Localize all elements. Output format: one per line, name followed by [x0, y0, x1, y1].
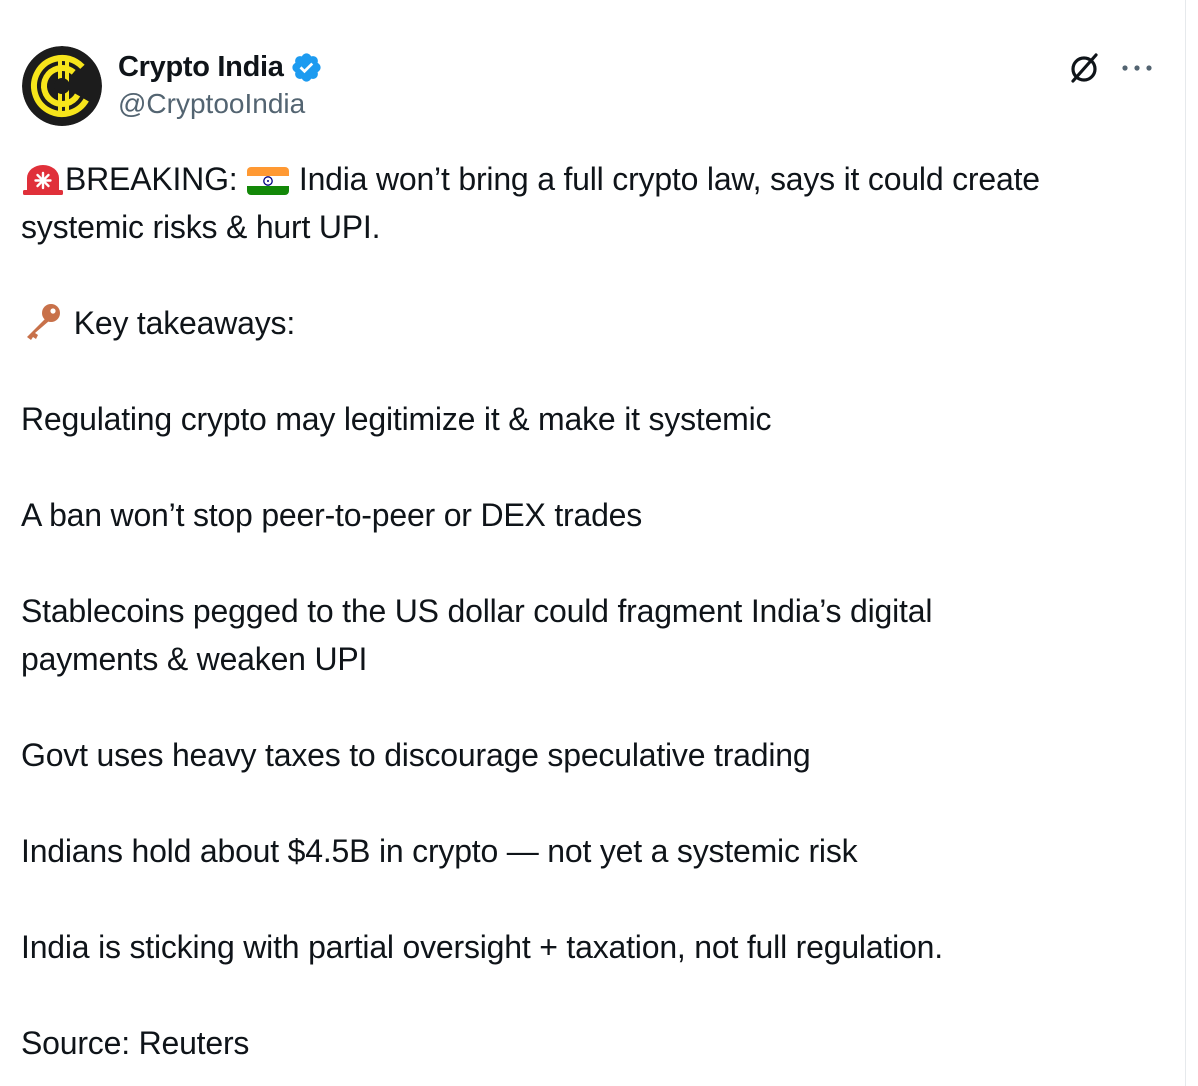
avatar[interactable]	[22, 46, 102, 126]
takeaway-4: Govt uses heavy taxes to discourage spec…	[21, 737, 811, 773]
tweet-header: Crypto India @CryptooIndia	[22, 46, 1162, 126]
takeaway-5: Indians hold about $4.5B in crypto — not…	[21, 833, 858, 869]
source-line: Source: Reuters	[21, 1025, 250, 1061]
takeaway-1: Regulating crypto may legitimize it & ma…	[21, 401, 772, 437]
breaking-label: BREAKING:	[65, 161, 238, 197]
breaking-text: India won’t bring a full crypto law, say…	[298, 161, 1040, 197]
crypto-india-logo-icon	[22, 46, 102, 126]
takeaways-label: Key takeaways:	[73, 305, 296, 341]
display-name-row: Crypto India	[118, 48, 323, 86]
verified-badge-icon[interactable]	[290, 51, 323, 84]
tweet-card: Crypto India @CryptooIndia BREAKING: Ind…	[0, 0, 1186, 1086]
author-names: Crypto India @CryptooIndia	[118, 48, 323, 120]
breaking-line: BREAKING: India won’t bring a full crypt…	[21, 155, 1171, 251]
takeaways-line: Key takeaways:	[21, 299, 1171, 347]
author-handle[interactable]: @CryptooIndia	[118, 88, 323, 120]
more-options-icon[interactable]	[1117, 52, 1157, 82]
india-flag-emoji-icon	[246, 166, 290, 196]
grok-icon[interactable]	[1066, 50, 1102, 86]
takeaway-3-line-1: Stablecoins pegged to the US dollar coul…	[21, 593, 933, 629]
tweet-text: BREAKING: India won’t bring a full crypt…	[21, 155, 1171, 1067]
breaking-text-continued: systemic risks & hurt UPI.	[21, 209, 381, 245]
takeaway-6: India is sticking with partial oversight…	[21, 929, 943, 965]
takeaway-2: A ban won’t stop peer-to-peer or DEX tra…	[21, 497, 643, 533]
police-light-emoji-icon	[21, 164, 65, 196]
takeaway-3-line-2: payments & weaken UPI	[21, 641, 368, 677]
takeaway-3: Stablecoins pegged to the US dollar coul…	[21, 587, 1171, 683]
key-emoji-icon	[21, 302, 65, 340]
author-display-name[interactable]: Crypto India	[118, 51, 284, 84]
